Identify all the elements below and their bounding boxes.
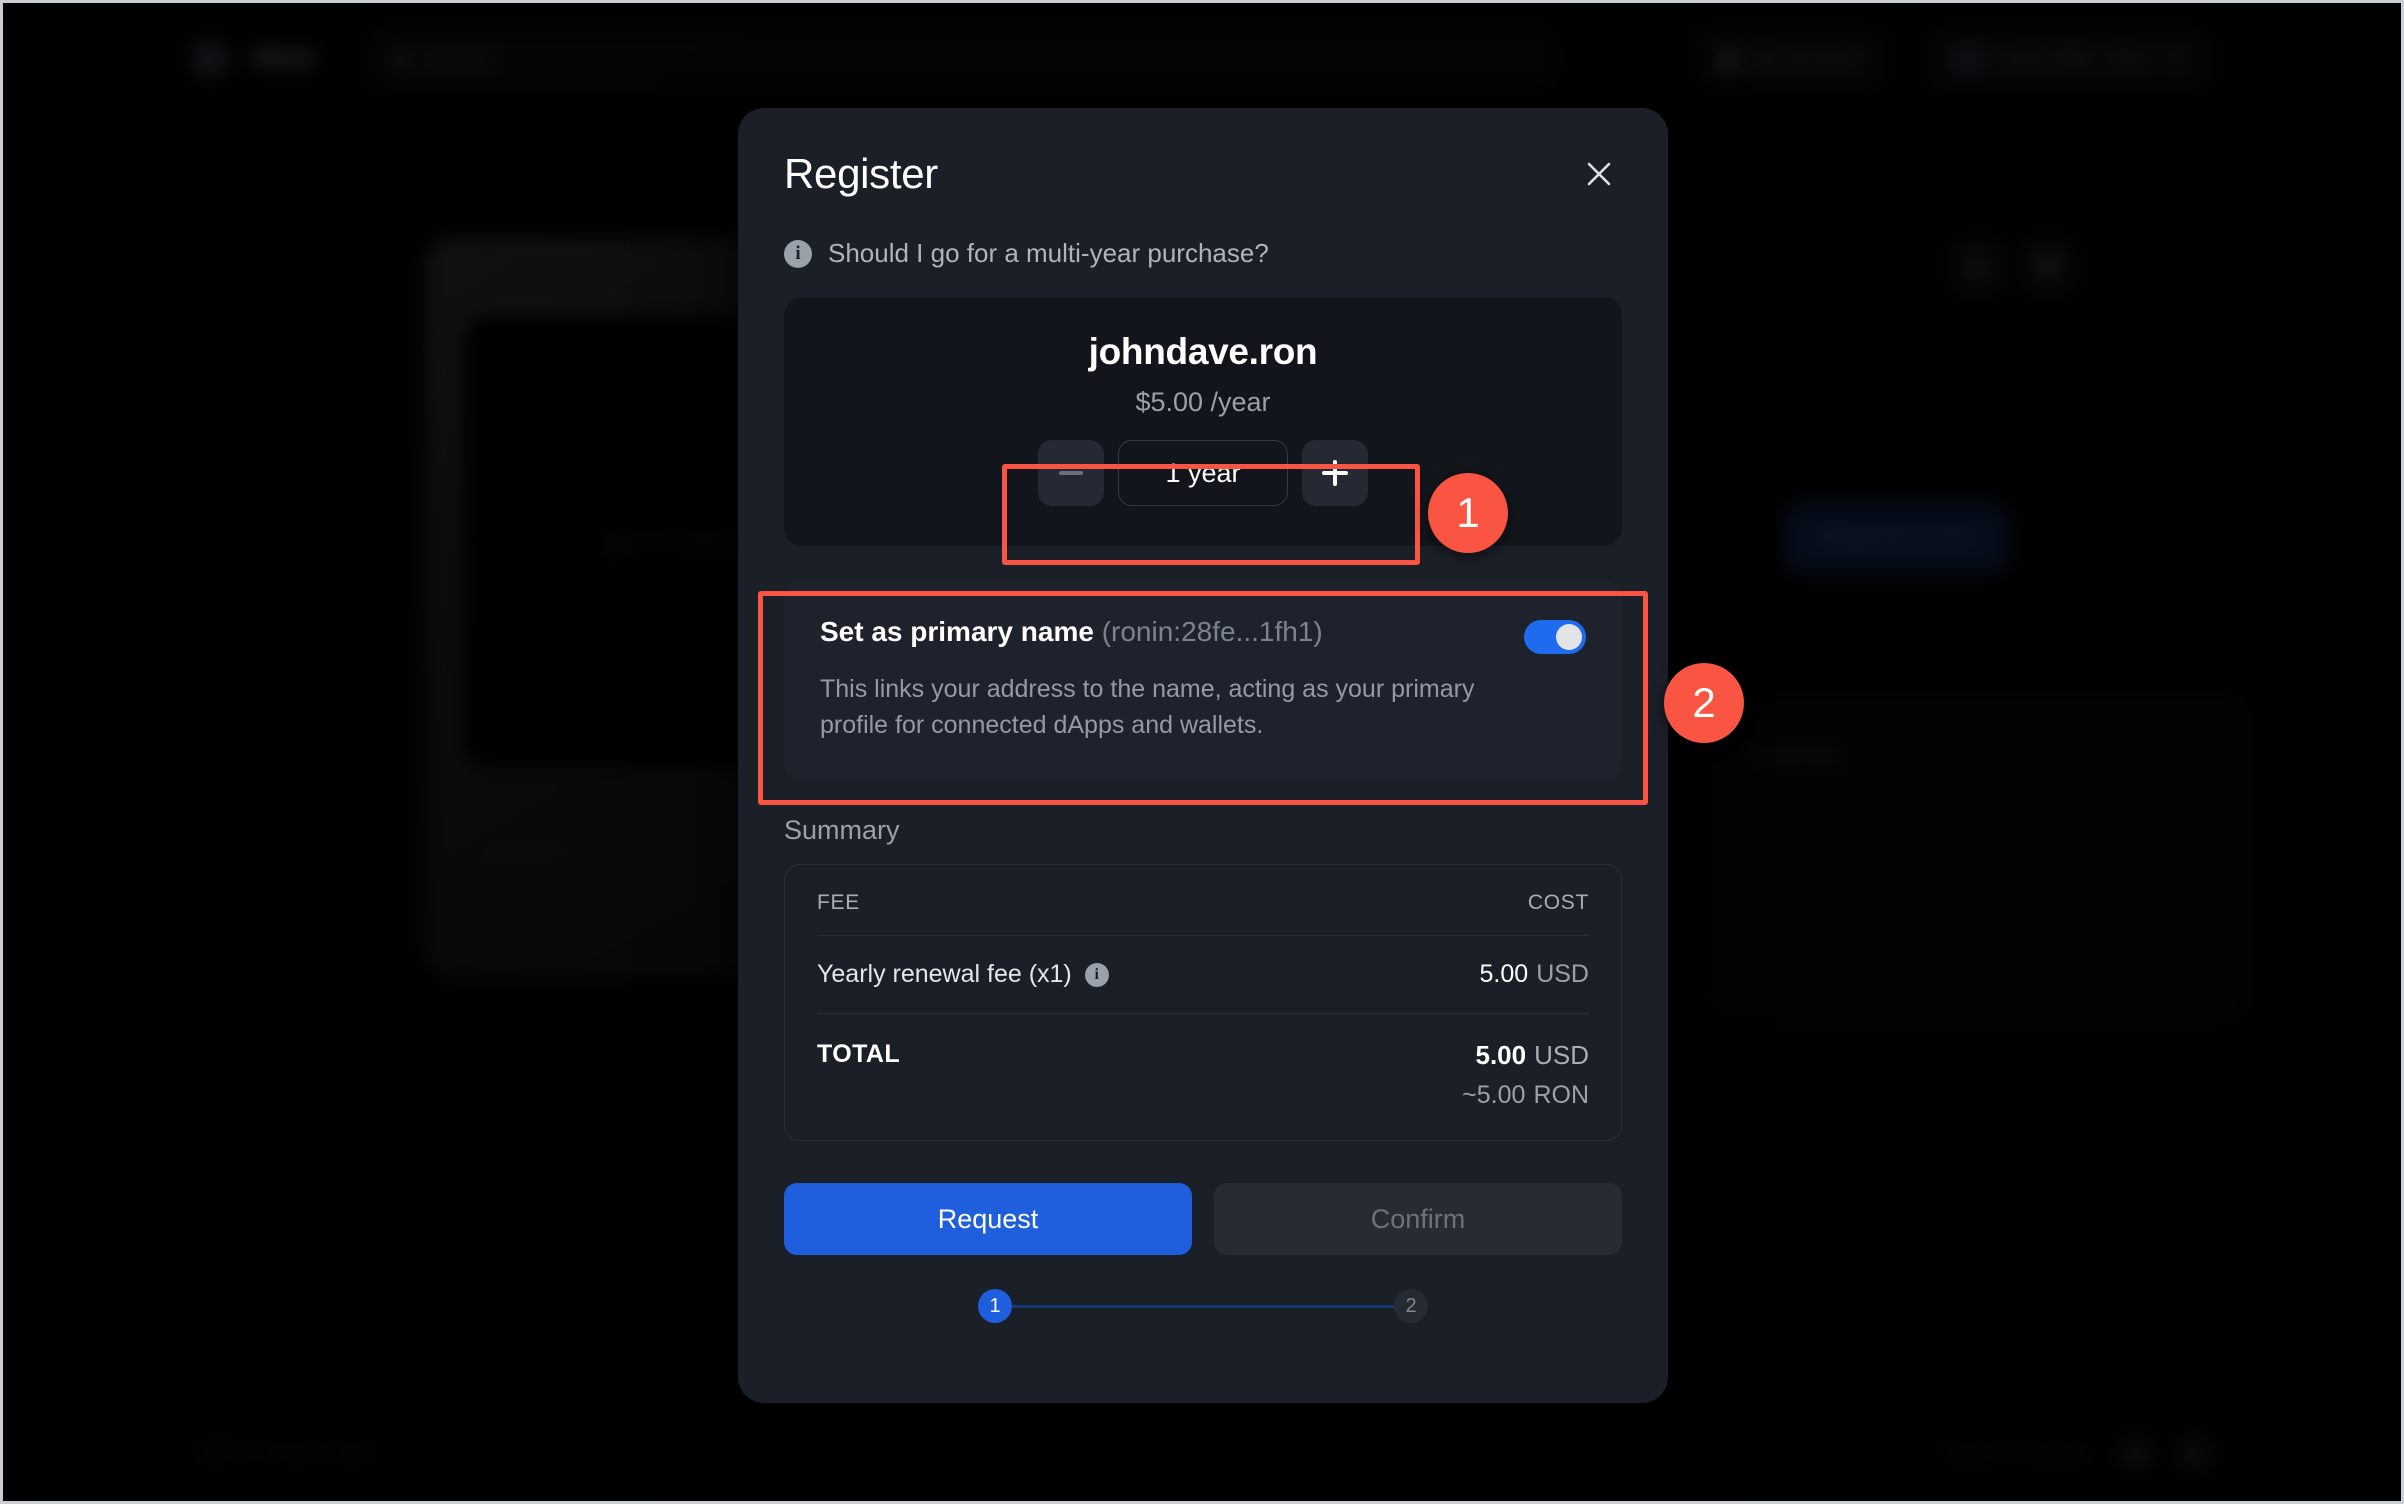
modal-actions: Request Confirm: [784, 1183, 1622, 1255]
decrement-year-button[interactable]: [1038, 440, 1104, 506]
primary-name-title: Set as primary name: [820, 616, 1094, 647]
plus-icon: [1322, 460, 1348, 486]
confirm-button: Confirm: [1214, 1183, 1622, 1255]
multi-year-hint-label: Should I go for a multi-year purchase?: [828, 238, 1269, 268]
register-modal: Register i Should I go for a multi-year …: [738, 108, 1668, 1403]
annotation-badge-1: 1: [1428, 473, 1508, 553]
primary-name-label: Set as primary name (ronin:28fe...1fh1): [820, 616, 1323, 648]
set-primary-name-section: Set as primary name (ronin:28fe...1fh1) …: [784, 580, 1622, 781]
info-icon[interactable]: i: [1084, 962, 1109, 987]
step-connector: [1012, 1304, 1394, 1308]
domain-name: johndave.ron: [1088, 331, 1318, 372]
request-button[interactable]: Request: [784, 1183, 1192, 1255]
fee-amount-value: 5.00: [1479, 960, 1529, 988]
close-button[interactable]: [1576, 151, 1622, 197]
summary-heading: Summary: [784, 815, 900, 845]
total-amount: 5.00 USD: [1475, 1040, 1589, 1070]
fee-label-text: Yearly renewal fee (x1): [817, 960, 1072, 988]
total-approx: ~5.00 RON: [1462, 1081, 1589, 1110]
summary-table: FEE COST Yearly renewal fee (x1) i 5.00 U…: [784, 864, 1622, 1141]
column-header-fee: FEE: [817, 891, 860, 914]
fee-amount: 5.00 USD: [1480, 960, 1589, 989]
increment-year-button[interactable]: [1302, 440, 1368, 506]
table-row: Yearly renewal fee (x1) i 5.00 USD: [817, 936, 1589, 1014]
step-indicator-track: 1 2: [978, 1289, 1428, 1323]
summary-table-header: FEE COST: [817, 865, 1589, 936]
multi-year-hint[interactable]: i Should I go for a multi-year purchase?: [784, 238, 1622, 269]
toggle-knob: [1556, 624, 1582, 650]
primary-name-description: This links your address to the name, act…: [820, 675, 1475, 739]
close-icon: [1587, 162, 1611, 186]
total-approx-currency: RON: [1533, 1081, 1589, 1109]
total-amount-value: 5.00: [1475, 1040, 1527, 1070]
minus-icon: [1059, 471, 1083, 475]
column-header-cost: COST: [1527, 891, 1589, 914]
total-approx-value: ~5.00: [1462, 1081, 1526, 1109]
primary-name-toggle[interactable]: [1524, 620, 1586, 654]
primary-name-row: Set as primary name (ronin:28fe...1fh1): [820, 616, 1586, 654]
total-amount-currency: USD: [1534, 1040, 1589, 1070]
step-indicator: 1 2: [784, 1289, 1622, 1323]
primary-name-address: (ronin:28fe...1fh1): [1101, 616, 1323, 647]
duration-value[interactable]: 1 year: [1118, 440, 1288, 506]
domain-price: $5.00 /year: [1135, 387, 1271, 417]
page-title: Register: [784, 150, 938, 197]
modal-header: Register: [784, 108, 1622, 198]
fee-amount-currency: USD: [1536, 960, 1589, 988]
total-values: 5.00 USD ~5.00 RON: [1462, 1040, 1589, 1110]
step-2: 2: [1394, 1289, 1428, 1323]
summary-total-row: TOTAL 5.00 USD ~5.00 RON: [817, 1014, 1589, 1140]
annotation-badge-2: 2: [1664, 663, 1744, 743]
step-1[interactable]: 1: [978, 1289, 1012, 1323]
screenshot-root: RNS Search My account ronin:28fe...1fh1 …: [0, 0, 2404, 1504]
info-icon: i: [784, 239, 812, 268]
fee-label: Yearly renewal fee (x1) i: [817, 960, 1109, 989]
total-label: TOTAL: [817, 1040, 901, 1068]
